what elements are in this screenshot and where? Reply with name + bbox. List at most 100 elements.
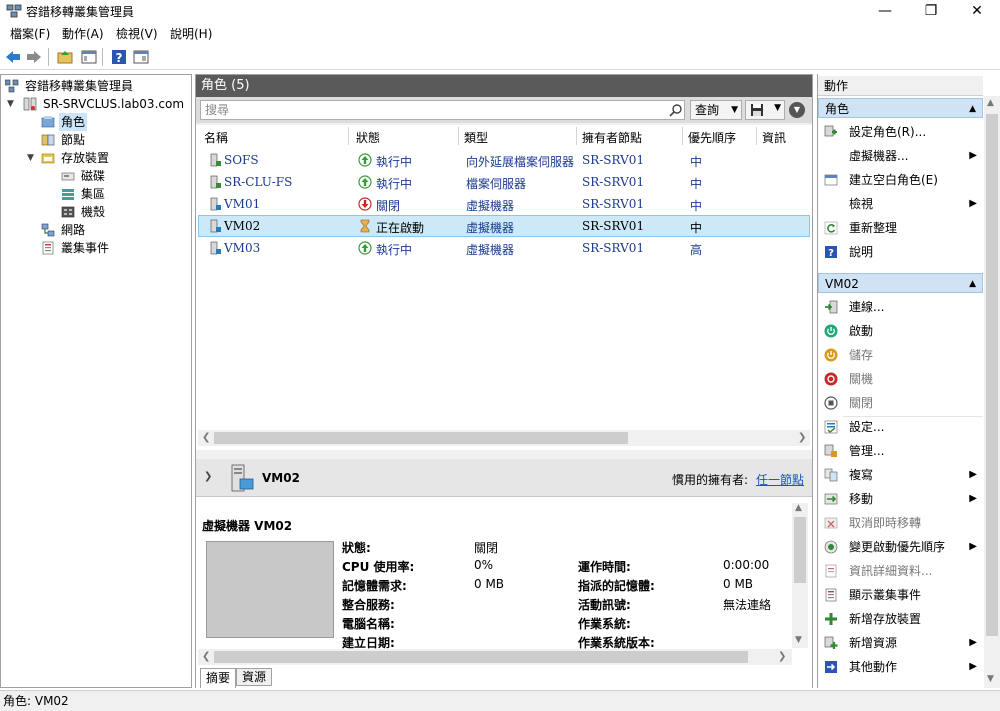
column-header-owner[interactable]: 擁有者節點 bbox=[582, 129, 642, 146]
actions-group-roles[interactable]: 角色 ▲ bbox=[818, 98, 983, 118]
scrollbar-thumb[interactable] bbox=[986, 114, 998, 636]
scrollbar-thumb[interactable] bbox=[214, 651, 748, 663]
save-query-button[interactable]: ▼ bbox=[745, 100, 785, 120]
submenu-arrow-icon: ▶ bbox=[969, 150, 977, 161]
menu-action[interactable]: 動作(A) bbox=[62, 25, 104, 42]
action-show-cluster-events[interactable]: 顯示叢集事件 bbox=[818, 583, 983, 607]
action-connect[interactable]: 連線... bbox=[818, 295, 983, 319]
collapse-icon[interactable]: ▼ bbox=[27, 151, 37, 165]
vm-role-icon bbox=[210, 219, 221, 233]
scroll-left-icon[interactable]: ❮ bbox=[202, 651, 210, 662]
more-actions-icon bbox=[825, 661, 837, 673]
search-icon[interactable] bbox=[669, 103, 683, 117]
action-manage[interactable]: 管理... bbox=[818, 439, 983, 463]
svg-text:?: ? bbox=[828, 248, 834, 259]
scroll-down-icon[interactable]: ▼ bbox=[987, 674, 994, 684]
tab-summary[interactable]: 摘要 bbox=[200, 668, 236, 688]
detail-horizontal-scrollbar[interactable]: ❮ ❯ bbox=[198, 649, 792, 665]
table-row[interactable]: VM01 關閉 虛擬機器 SR-SRV01 中 bbox=[198, 193, 810, 215]
action-cancel-live-migration[interactable]: 取消即時移轉 bbox=[818, 511, 983, 535]
chevron-down-icon: ▼ bbox=[731, 105, 738, 115]
action-configure-role[interactable]: 設定角色(R)... bbox=[818, 120, 983, 144]
horizontal-scrollbar[interactable]: ❮ ❯ bbox=[198, 430, 810, 446]
scrollbar-thumb[interactable] bbox=[794, 517, 806, 583]
actions-scrollbar[interactable]: ▲ ▼ bbox=[984, 96, 1000, 688]
action-change-startup-priority[interactable]: 變更啟動優先順序 ▶ bbox=[818, 535, 983, 559]
action-add-resource[interactable]: 新增資源 ▶ bbox=[818, 631, 983, 655]
scrollbar-thumb[interactable] bbox=[214, 432, 628, 444]
column-header-name[interactable]: 名稱 bbox=[204, 129, 228, 146]
action-settings[interactable]: 設定... bbox=[818, 415, 983, 439]
collapse-icon[interactable]: ▼ bbox=[7, 97, 17, 111]
tab-resources[interactable]: 資源 bbox=[236, 668, 272, 686]
action-create-empty-role[interactable]: 建立空白角色(E) bbox=[818, 168, 983, 192]
search-row: 搜尋 查詢 ▼ ▼ ▼ bbox=[196, 97, 812, 123]
help-icon[interactable]: ? bbox=[110, 48, 128, 66]
action-turn-off[interactable]: 關閉 bbox=[818, 391, 983, 415]
submenu-arrow-icon: ▶ bbox=[969, 541, 977, 552]
action-start[interactable]: 啟動 bbox=[818, 319, 983, 343]
scroll-right-icon[interactable]: ❯ bbox=[798, 432, 806, 443]
minimize-button[interactable]: — bbox=[862, 0, 908, 22]
action-shutdown[interactable]: 關機 bbox=[818, 367, 983, 391]
title-bar: 容錯移轉叢集管理員 — ❐ ✕ bbox=[0, 0, 1000, 22]
show-hide-action-pane-icon[interactable] bbox=[132, 48, 150, 66]
cluster-app-icon bbox=[6, 4, 22, 18]
table-row[interactable]: VM02 正在啟動 虛擬機器 SR-SRV01 中 bbox=[198, 215, 810, 237]
actions-group-vm02[interactable]: VM02 ▲ bbox=[818, 273, 983, 293]
collapse-up-icon[interactable]: ▲ bbox=[969, 99, 976, 119]
scroll-left-icon[interactable]: ❮ bbox=[202, 432, 210, 443]
collapse-up-icon[interactable]: ▲ bbox=[969, 274, 976, 294]
action-information-details[interactable]: 資訊詳細資料... bbox=[818, 559, 983, 583]
query-button[interactable]: 查詢 ▼ bbox=[690, 100, 742, 120]
preferred-owner-link[interactable]: 任一節點 bbox=[756, 471, 804, 488]
scroll-up-icon[interactable]: ▲ bbox=[987, 98, 994, 108]
action-save[interactable]: 儲存 bbox=[818, 343, 983, 367]
events-icon bbox=[42, 241, 54, 255]
column-header-type[interactable]: 類型 bbox=[464, 129, 488, 146]
collapse-detail-icon[interactable]: ❯ bbox=[204, 471, 212, 482]
action-refresh[interactable]: 重新整理 bbox=[818, 216, 983, 240]
action-view[interactable]: 檢視 ▶ bbox=[818, 192, 983, 216]
off-icon bbox=[358, 197, 372, 211]
vm-thumbnail bbox=[206, 541, 334, 638]
action-help[interactable]: ? 說明 bbox=[818, 240, 983, 264]
expand-pane-button[interactable]: ▼ bbox=[789, 102, 805, 118]
menu-help[interactable]: 說明(H) bbox=[170, 25, 212, 42]
column-header-status[interactable]: 狀態 bbox=[356, 129, 380, 146]
maximize-button[interactable]: ❐ bbox=[908, 0, 954, 22]
toolbar: ? bbox=[0, 44, 1000, 70]
up-folder-icon[interactable] bbox=[56, 48, 74, 66]
action-move[interactable]: 移動 ▶ bbox=[818, 487, 983, 511]
navigation-tree: 容錯移轉叢集管理員 ▼ SR-SRVCLUS.lab03.com 角色 節點 ▼… bbox=[0, 74, 192, 688]
menu-file[interactable]: 檔案(F) bbox=[10, 25, 50, 42]
file-server-role-icon bbox=[210, 175, 221, 189]
menu-bar: 檔案(F) 動作(A) 檢視(V) 說明(H) bbox=[0, 22, 1000, 44]
action-virtual-machines[interactable]: 虛擬機器... ▶ bbox=[818, 144, 983, 168]
create-empty-role-icon bbox=[824, 174, 838, 186]
table-row[interactable]: SOFS 執行中 向外延展檔案伺服器 SR-SRV01 中 bbox=[198, 149, 810, 171]
scroll-right-icon[interactable]: ❯ bbox=[778, 651, 786, 662]
replicate-icon bbox=[824, 468, 838, 482]
scroll-down-icon[interactable]: ▼ bbox=[795, 635, 802, 645]
search-input[interactable]: 搜尋 bbox=[200, 100, 685, 120]
menu-view[interactable]: 檢視(V) bbox=[116, 25, 158, 42]
action-replicate[interactable]: 複寫 ▶ bbox=[818, 463, 983, 487]
table-row[interactable]: SR-CLU-FS 執行中 檔案伺服器 SR-SRV01 中 bbox=[198, 171, 810, 193]
enclosure-icon bbox=[61, 206, 75, 218]
back-icon[interactable] bbox=[4, 48, 22, 66]
detail-section-title: 虛擬機器 VM02 bbox=[202, 519, 293, 533]
scroll-up-icon[interactable]: ▲ bbox=[795, 503, 802, 513]
action-more-actions[interactable]: 其他動作 ▶ bbox=[818, 655, 983, 679]
roles-table: 名稱 狀態 類型 擁有者節點 優先順序 資訊 SOFS 執行中 向外延展檔案伺服… bbox=[196, 125, 812, 450]
close-button[interactable]: ✕ bbox=[954, 0, 1000, 22]
forward-icon[interactable] bbox=[25, 48, 43, 66]
action-add-storage[interactable]: 新增存放裝置 bbox=[818, 607, 983, 631]
detail-vm-name: VM02 bbox=[262, 471, 300, 485]
column-header-info[interactable]: 資訊 bbox=[762, 129, 786, 146]
show-hide-tree-icon[interactable] bbox=[80, 48, 98, 66]
table-row[interactable]: VM03 執行中 虛擬機器 SR-SRV01 高 bbox=[198, 237, 810, 259]
detail-vertical-scrollbar[interactable]: ▲ ▼ bbox=[792, 503, 808, 648]
column-header-priority[interactable]: 優先順序 bbox=[688, 129, 736, 146]
save-icon bbox=[751, 104, 763, 116]
